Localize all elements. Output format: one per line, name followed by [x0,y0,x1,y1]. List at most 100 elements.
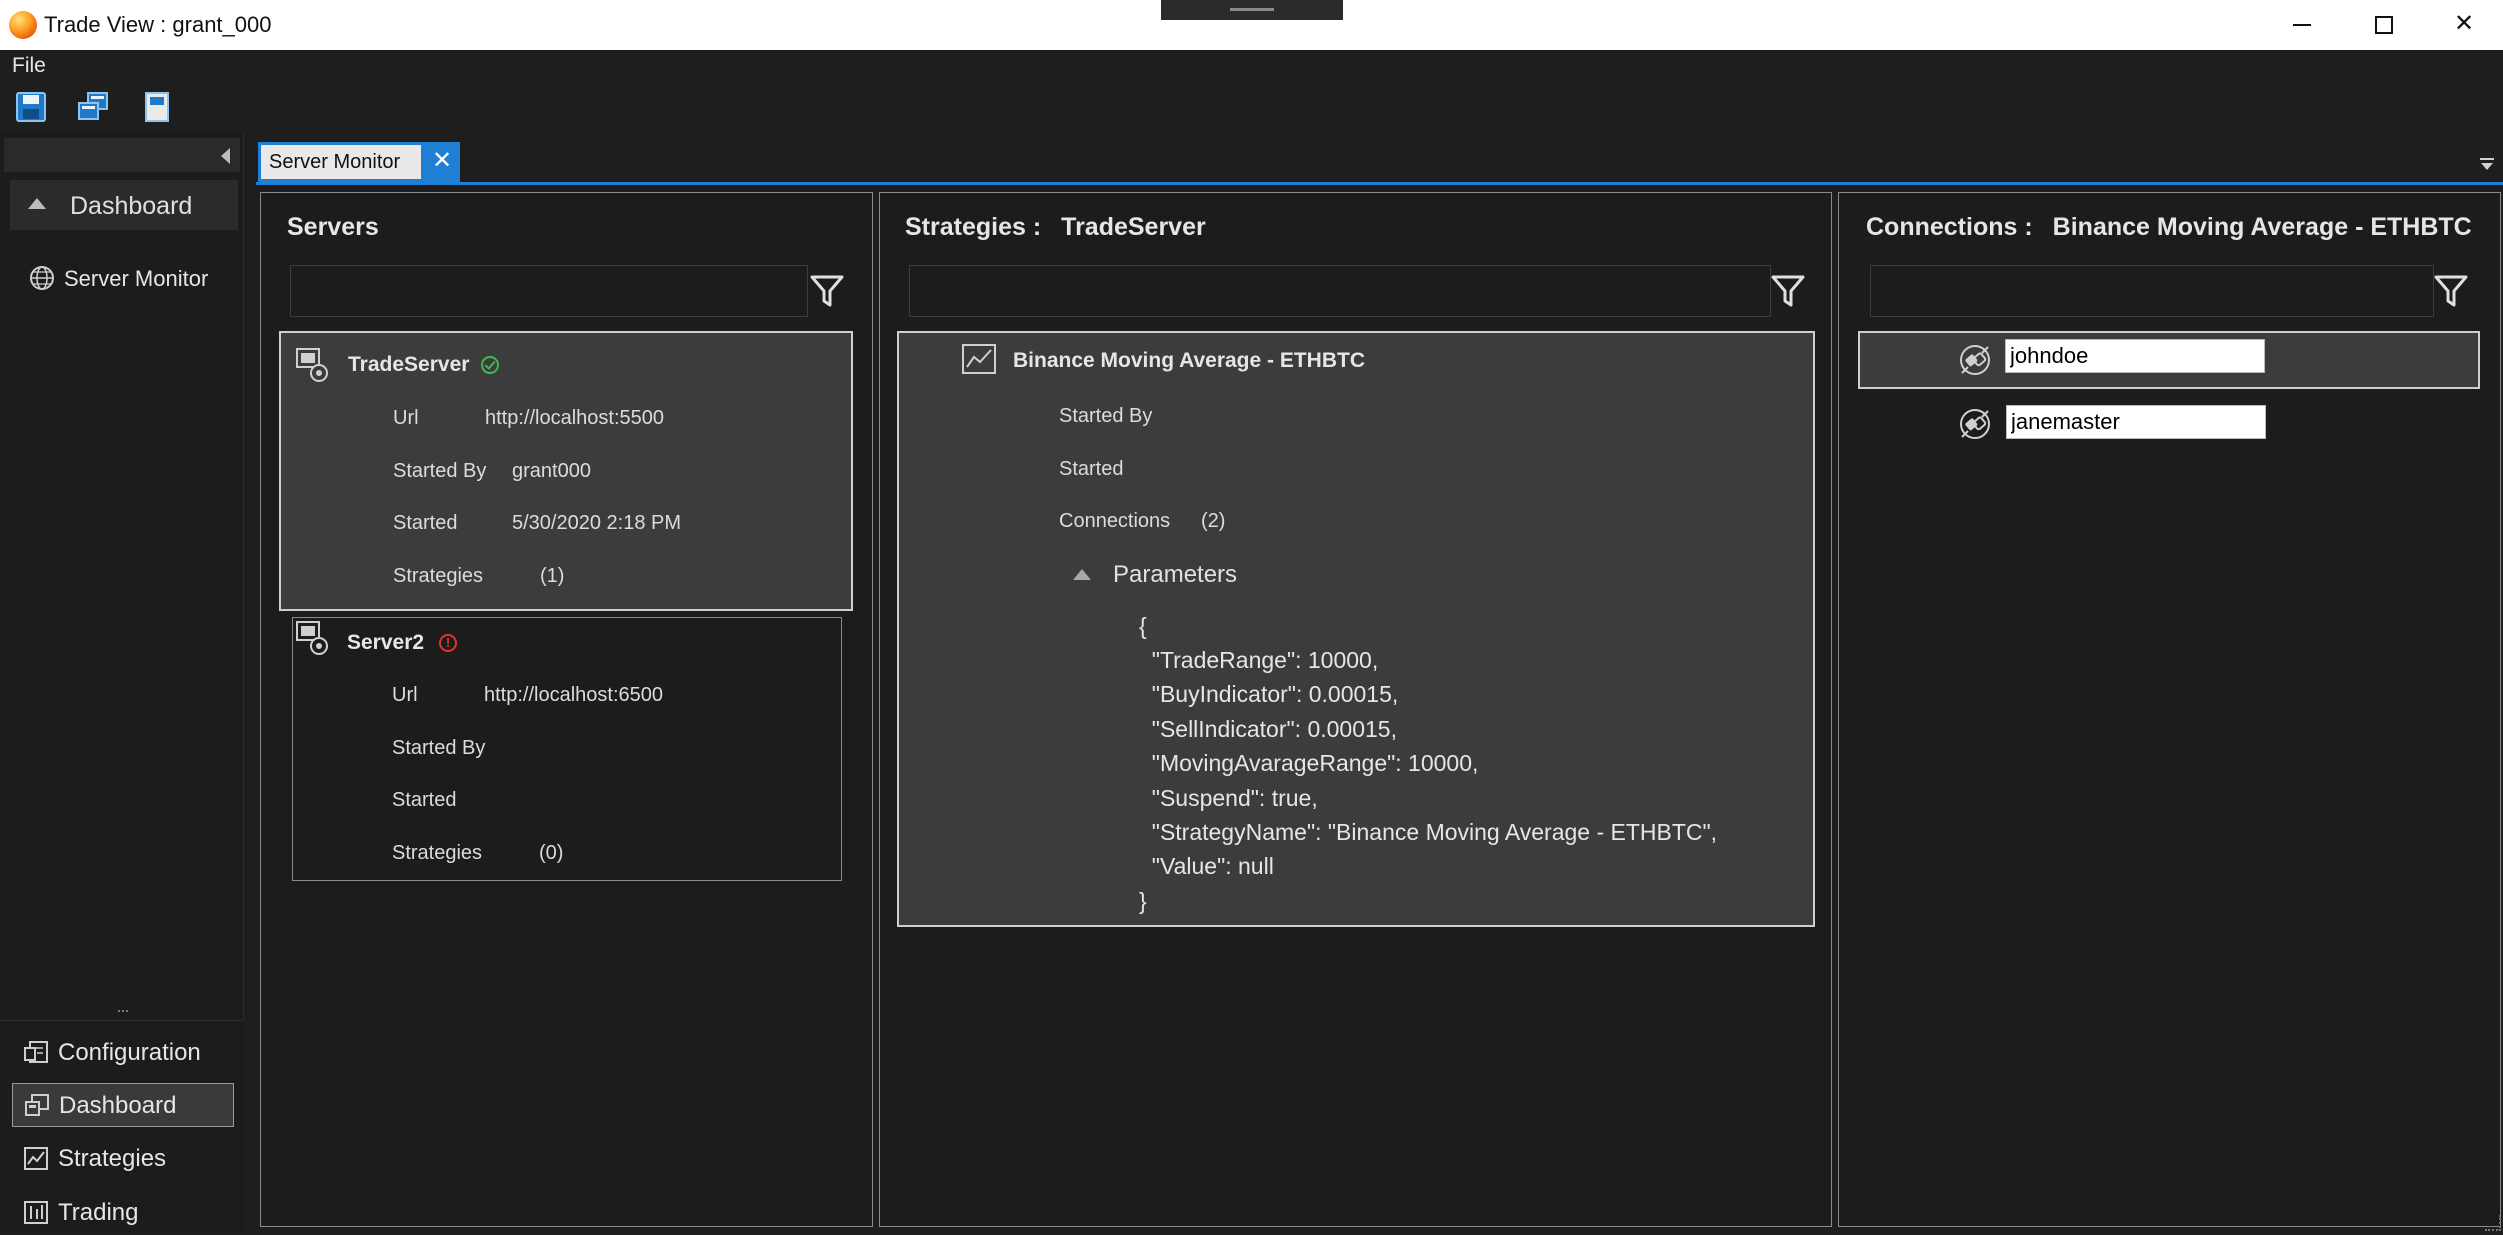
server-icon [295,620,331,656]
server-strategies-label: Strategies [392,842,482,865]
strategies-filter-input[interactable] [909,265,1771,317]
parameters-json-line: "StrategyName": "Binance Moving Average … [1139,819,1717,846]
server-started-by-label: Started By [393,460,486,483]
dashboard-icon [23,1093,51,1119]
window-drag-handle[interactable] [1161,0,1343,20]
menu-file[interactable]: File [12,54,46,78]
connection-row[interactable] [1858,397,2480,455]
save-button[interactable] [14,90,48,124]
server-strategies-label: Strategies [393,565,483,588]
parameters-json-line: } [1139,888,1147,915]
chart-icon [22,1146,50,1172]
page-button[interactable] [140,90,174,124]
plug-connection-icon [1958,343,1992,377]
collapse-left-icon[interactable] [221,148,230,164]
nav-header [4,138,240,172]
window-resize-grip[interactable] [2485,1215,2501,1231]
server-card[interactable]: Server2 ! Url http://localhost:6500 Star… [292,617,842,881]
connections-filter-input[interactable] [1870,265,2434,317]
status-error-icon: ! [439,634,457,652]
nav-configuration[interactable]: Configuration [12,1031,234,1075]
close-button[interactable]: ✕ [2425,0,2503,50]
close-icon: ✕ [2454,10,2474,37]
nav-strategies-label: Strategies [58,1145,166,1173]
nav-configuration-label: Configuration [58,1039,201,1067]
server-started-value: 5/30/2020 2:18 PM [512,512,681,535]
filter-icon[interactable] [2433,271,2469,311]
parameters-json-line: "Value": null [1139,853,1274,880]
configuration-icon [22,1040,50,1066]
server-url-label: Url [393,407,419,430]
windows-button[interactable] [76,90,110,124]
strategy-started-by-label: Started By [1059,405,1152,428]
servers-panel: Servers TradeServer Url http://localhost… [260,192,873,1227]
strategies-panel: Strategies :TradeServer Binance Moving A… [879,192,1832,1227]
server-url-value: http://localhost:5500 [485,407,664,430]
menu-bar: File [0,50,2503,80]
server-started-label: Started [393,512,457,535]
windows-icon [76,90,110,124]
nav-bottom-list: Configuration Dashboard Strategies [0,1020,244,1233]
nav-trading-label: Trading [58,1199,138,1227]
strategy-started-label: Started [1059,458,1123,481]
nav-item-label: Server Monitor [64,266,208,292]
tab-label: Server Monitor [269,151,400,174]
server-name: Server2 [347,631,424,655]
connection-name-field[interactable] [2005,339,2265,373]
server-name: TradeServer [348,353,469,377]
maximize-icon [2375,16,2393,34]
minimize-icon [2293,24,2311,26]
connection-name-field[interactable] [2006,405,2266,439]
server-strategies-value: (1) [540,565,564,588]
server-started-by-value: grant000 [512,460,591,483]
filter-icon[interactable] [1770,271,1806,311]
server-icon [295,347,331,383]
strategies-title-server: TradeServer [1061,213,1206,241]
nav-splitter[interactable] [118,1010,128,1014]
title-bar: Trade View : grant_000 ✕ [0,0,2503,50]
strategy-connections-label: Connections [1059,510,1170,533]
left-navigation: Dashboard Server Monitor Configuration [0,132,244,1233]
plug-connection-icon [1958,407,1992,441]
nav-section-dashboard[interactable]: Dashboard [10,180,238,230]
strategy-connections-value: (2) [1201,510,1225,533]
minimize-button[interactable] [2263,0,2341,50]
servers-panel-title: Servers [287,213,379,242]
status-ok-icon [481,356,499,374]
maximize-button[interactable] [2345,0,2423,50]
nav-trading[interactable]: Trading [12,1191,234,1235]
parameters-json-line: "BuyIndicator": 0.00015, [1139,681,1398,708]
window-title: Trade View : grant_000 [44,12,271,38]
tab-label-box: Server Monitor [261,145,421,179]
connection-row[interactable] [1858,331,2480,389]
tab-close-icon[interactable]: ✕ [428,146,456,176]
server-started-by-label: Started By [392,737,485,760]
parameters-json-line: { [1139,613,1147,640]
nav-strategies[interactable]: Strategies [12,1137,234,1181]
parameters-expander-icon[interactable] [1073,569,1091,580]
server-strategies-value: (0) [539,842,563,865]
strategy-card[interactable]: Binance Moving Average - ETHBTC Started … [897,331,1815,927]
page-icon [140,90,174,124]
globe-icon [28,264,56,292]
parameters-label[interactable]: Parameters [1113,561,1237,589]
filter-icon[interactable] [809,271,845,311]
tab-server-monitor[interactable]: Server Monitor ✕ [258,142,460,182]
app-logo-icon [9,11,37,39]
parameters-json-line: "MovingAvarageRange": 10000, [1139,750,1478,777]
server-started-label: Started [392,789,456,812]
parameters-json-line: "TradeRange": 10000, [1139,647,1378,674]
toolbar [0,80,2503,132]
nav-section-label: Dashboard [70,192,192,221]
servers-filter-input[interactable] [290,265,808,317]
parameters-json-line: "Suspend": true, [1139,785,1318,812]
save-icon [14,90,48,124]
server-card[interactable]: TradeServer Url http://localhost:5500 St… [279,331,853,611]
chart-icon [961,343,997,375]
parameters-json-line: "SellIndicator": 0.00015, [1139,716,1397,743]
nav-item-server-monitor[interactable]: Server Monitor [28,260,238,300]
tab-list-dropdown-icon[interactable] [2479,156,2495,172]
nav-dashboard[interactable]: Dashboard [12,1083,234,1127]
nav-dashboard-label: Dashboard [59,1092,176,1120]
strategy-name: Binance Moving Average - ETHBTC [1013,349,1365,373]
